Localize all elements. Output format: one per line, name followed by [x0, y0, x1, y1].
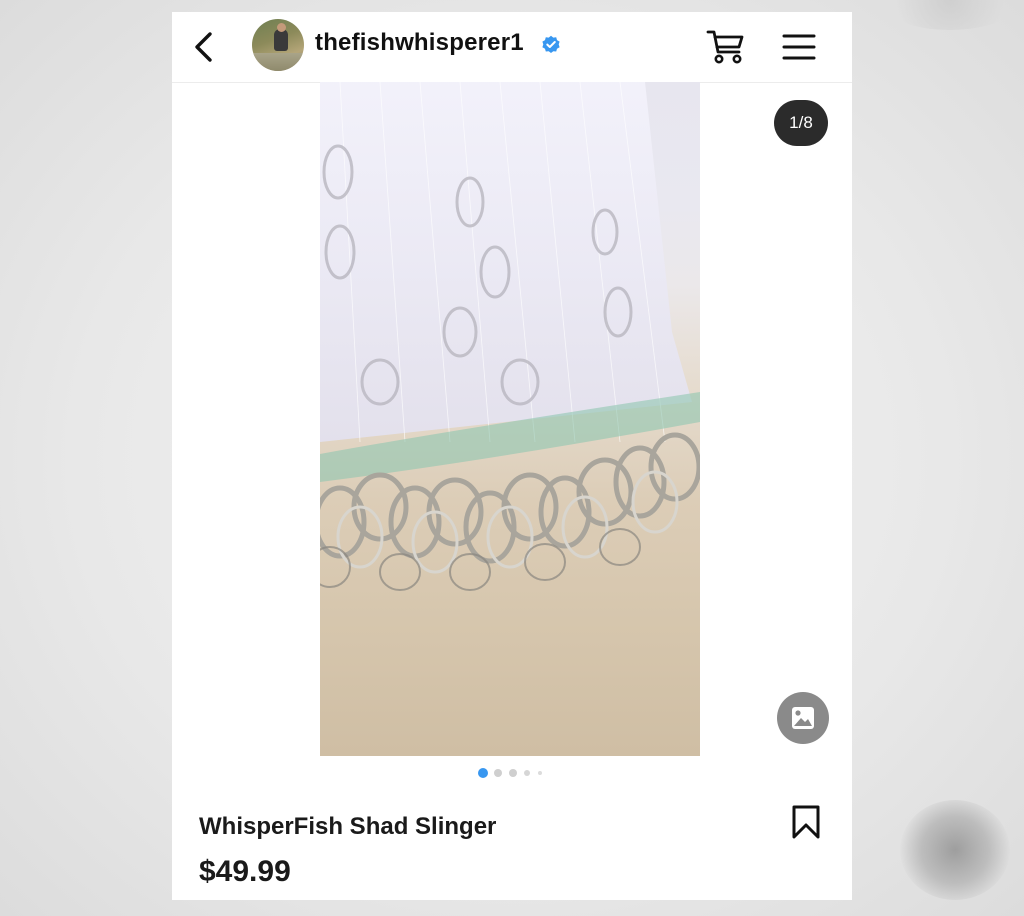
product-price: $49.99 [199, 855, 291, 888]
carousel-dot [494, 769, 502, 777]
image-icon [792, 707, 814, 729]
bookmark-icon [792, 805, 820, 839]
chevron-left-icon [195, 32, 212, 62]
carousel-dot [538, 771, 542, 775]
carousel-dot [524, 770, 530, 776]
image-counter: 1/8 [774, 100, 828, 146]
cast-net-photo [320, 82, 700, 591]
product-title: WhisperFish Shad Slinger [199, 813, 497, 840]
menu-button[interactable] [780, 29, 818, 65]
carousel-dots [478, 768, 568, 780]
product-page: thefishwhisperer1 1/8 WhisperFish Shad S… [172, 12, 852, 900]
profile-avatar[interactable] [252, 19, 304, 71]
profile-username[interactable]: thefishwhisperer1 [315, 29, 524, 57]
hamburger-menu-icon [782, 34, 816, 60]
carousel-dot [509, 769, 517, 777]
background-blur [900, 800, 1010, 900]
product-image[interactable] [320, 82, 700, 756]
save-button[interactable] [790, 804, 822, 840]
verified-badge-icon [542, 35, 560, 53]
back-button[interactable] [190, 30, 218, 64]
app-header: thefishwhisperer1 [172, 12, 852, 83]
shopping-cart-icon [706, 30, 744, 64]
carousel-dot-active [478, 768, 488, 778]
cart-button[interactable] [705, 27, 747, 67]
gallery-button[interactable] [777, 692, 829, 744]
